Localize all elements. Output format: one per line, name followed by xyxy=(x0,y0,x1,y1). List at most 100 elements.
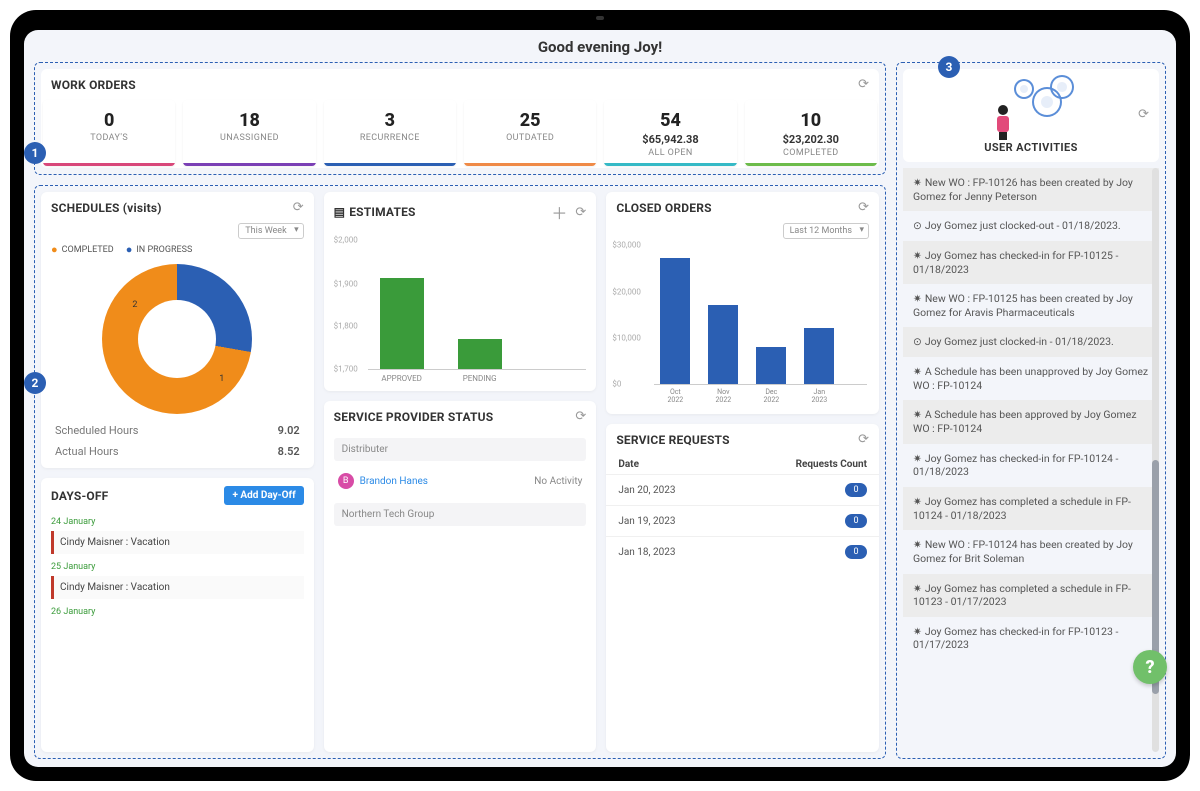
schedules-card: SCHEDULES (visits) ⟳ This Week COMPLETED… xyxy=(41,192,314,468)
refresh-icon[interactable]: ⟳ xyxy=(858,432,869,447)
tile-count: 54 xyxy=(610,110,730,131)
refresh-icon[interactable]: ⟳ xyxy=(858,77,869,92)
refresh-icon[interactable]: ⟳ xyxy=(575,205,586,220)
tile-label: UNASSIGNED xyxy=(189,133,309,143)
estimates-title: ▤ESTIMATES xyxy=(334,205,416,219)
activity-icon: ✷ xyxy=(913,176,922,189)
tile-count: 18 xyxy=(189,110,309,131)
activity-icon: ✷ xyxy=(913,249,922,262)
plus-icon[interactable]: ＋ xyxy=(551,200,567,224)
activity-item[interactable]: ✷Joy Gomez has completed a schedule in F… xyxy=(903,574,1159,617)
activity-icon: ✷ xyxy=(913,625,922,638)
tile-label: TODAY'S xyxy=(49,133,169,143)
refresh-icon[interactable]: ⟳ xyxy=(858,200,869,215)
device-notch xyxy=(540,10,660,26)
sr-date: Jan 20, 2023 xyxy=(618,485,675,496)
dashboard-main: 1 2 WORK ORDERS ⟳ 0TODAY'S18UNASSIGNED3R… xyxy=(34,62,1166,759)
activity-item[interactable]: ✷New WO : FP-10126 has been created by J… xyxy=(903,168,1159,211)
activity-item[interactable]: ⊙Joy Gomez just clocked-in - 01/18/2023. xyxy=(903,327,1159,357)
app-screen: Good evening Joy! 1 2 WORK ORDERS ⟳ 0TOD… xyxy=(24,30,1176,767)
activity-icon: ✷ xyxy=(913,292,922,305)
closed-orders-range-select[interactable]: Last 12 Months xyxy=(783,223,869,239)
day-off-item[interactable]: Cindy Maisner : Vacation xyxy=(51,576,304,599)
user-activities-title: USER ACTIVITIES xyxy=(984,141,1078,154)
sr-col-date: Date xyxy=(618,459,639,470)
tile-label: ALL OPEN xyxy=(610,148,730,158)
work-order-tile[interactable]: 18 UNASSIGNED xyxy=(183,100,315,166)
bar xyxy=(380,278,424,369)
activity-item[interactable]: ✷New WO : FP-10125 has been created by J… xyxy=(903,284,1159,327)
activity-icon: ✷ xyxy=(913,582,922,595)
day-off-item[interactable]: Cindy Maisner : Vacation xyxy=(51,531,304,554)
closed-orders-title: CLOSED ORDERS xyxy=(616,201,711,215)
refresh-icon[interactable]: ⟳ xyxy=(1138,107,1149,122)
help-button[interactable]: ? xyxy=(1133,650,1167,684)
x-label: APPROVED xyxy=(380,374,424,383)
activity-icon: ✷ xyxy=(913,495,922,508)
activity-icon: ✷ xyxy=(913,538,922,551)
schedules-donut-chart: 2 1 xyxy=(102,264,252,414)
provider-group: Distributer xyxy=(334,438,587,461)
add-day-off-button[interactable]: + Add Day-Off xyxy=(224,486,303,505)
activity-icon: ⊙ xyxy=(913,219,922,232)
widgets-section: SCHEDULES (visits) ⟳ This Week COMPLETED… xyxy=(34,185,886,759)
refresh-icon[interactable]: ⟳ xyxy=(293,200,304,215)
x-label: Nov2022 xyxy=(708,389,738,404)
work-order-tile[interactable]: 3RECURRENCE xyxy=(324,100,456,166)
annotation-badge-3: 3 xyxy=(938,56,960,78)
activity-item[interactable]: ✷Joy Gomez has checked-in for FP-10124 -… xyxy=(903,444,1159,487)
greeting-text: Good evening Joy! xyxy=(34,38,1166,56)
x-label: Dec2022 xyxy=(756,389,786,404)
dashboard-left: 1 2 WORK ORDERS ⟳ 0TODAY'S18UNASSIGNED3R… xyxy=(34,62,886,759)
work-order-tile[interactable]: 10$23,202.30COMPLETED xyxy=(745,100,877,166)
work-order-tile[interactable]: 0TODAY'S xyxy=(43,100,175,166)
activity-item[interactable]: ✷A Schedule has been approved by Joy Gom… xyxy=(903,400,1159,443)
closed-orders-chart: $30,000 $20,000 $10,000 $0 Oct2022Nov202… xyxy=(606,245,879,414)
day-off-date: 25 January xyxy=(51,560,304,574)
provider-status: No Activity xyxy=(534,476,582,487)
service-request-row[interactable]: Jan 18, 20230 xyxy=(606,536,879,567)
provider-row[interactable]: B Brandon Hanes No Activity xyxy=(334,467,587,495)
gears-illustration xyxy=(986,79,1076,139)
sr-count-badge: 0 xyxy=(845,514,867,528)
estimates-card: ▤ESTIMATES ＋ ⟳ $2,000 xyxy=(324,192,597,391)
donut-label-2: 1 xyxy=(219,374,224,384)
user-activities-list[interactable]: ✷New WO : FP-10126 has been created by J… xyxy=(903,168,1159,752)
work-orders-title: WORK ORDERS xyxy=(51,78,136,92)
tile-count: 3 xyxy=(330,110,450,131)
days-off-title: DAYS-OFF xyxy=(51,489,108,503)
service-requests-card: SERVICE REQUESTS ⟳ Date Requests Count J… xyxy=(606,424,879,752)
activity-item[interactable]: ✷Joy Gomez has completed a schedule in F… xyxy=(903,487,1159,530)
device-frame: Good evening Joy! 1 2 WORK ORDERS ⟳ 0TOD… xyxy=(10,10,1190,781)
provider-group: Northern Tech Group xyxy=(334,503,587,526)
bar xyxy=(708,305,738,384)
activity-item[interactable]: ⊙Joy Gomez just clocked-out - 01/18/2023… xyxy=(903,211,1159,241)
activity-icon: ✷ xyxy=(913,408,922,421)
activity-item[interactable]: ✷Joy Gomez has checked-in for FP-10123 -… xyxy=(903,617,1159,660)
work-order-tile[interactable]: 25OUTDATED xyxy=(464,100,596,166)
service-request-row[interactable]: Jan 20, 2023 0 xyxy=(606,474,879,505)
tile-count: 25 xyxy=(470,110,590,131)
day-off-date: 24 January xyxy=(51,515,304,529)
x-label: Jan2023 xyxy=(804,389,834,404)
service-requests-title: SERVICE REQUESTS xyxy=(616,433,729,447)
tile-count: 10 xyxy=(751,110,871,131)
actual-hours-label: Actual Hours xyxy=(55,445,119,458)
refresh-icon[interactable]: ⟳ xyxy=(575,409,586,424)
activity-item[interactable]: ✷New WO : FP-10124 has been created by J… xyxy=(903,530,1159,573)
bar xyxy=(660,258,690,384)
actual-hours-value: 8.52 xyxy=(278,445,300,458)
sr-count-badge: 0 xyxy=(845,483,867,497)
avatar: B xyxy=(338,473,354,489)
activity-item[interactable]: ✷A Schedule has been unapproved by Joy G… xyxy=(903,357,1159,400)
work-order-tile[interactable]: 54 $65,942.38 ALL OPEN xyxy=(604,100,736,166)
service-request-row[interactable]: Jan 19, 20230 xyxy=(606,505,879,536)
tile-label: COMPLETED xyxy=(751,148,871,158)
closed-orders-card: CLOSED ORDERS ⟳ Last 12 Months $30,000 xyxy=(606,192,879,414)
estimates-chart: $2,000 $1,900 $1,800 $1,700 APPROVEDPEND… xyxy=(324,232,597,391)
schedules-range-select[interactable]: This Week xyxy=(238,223,303,239)
tile-amount: $65,942.38 xyxy=(610,133,730,146)
annotation-badge-2: 2 xyxy=(24,372,46,394)
sr-date: Jan 18, 2023 xyxy=(618,547,675,558)
activity-item[interactable]: ✷Joy Gomez has checked-in for FP-10125 -… xyxy=(903,241,1159,284)
